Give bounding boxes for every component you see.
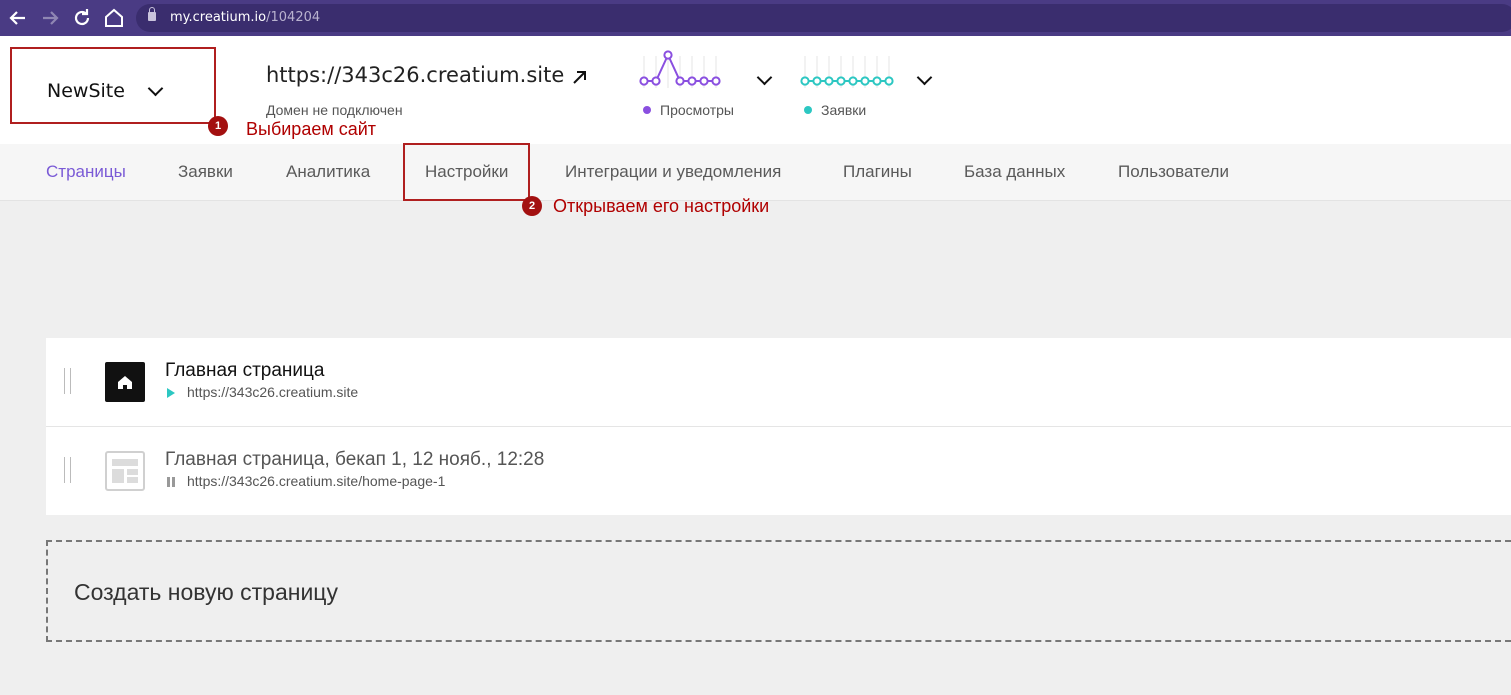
site-url-link[interactable]: https://343c26.creatium.site (266, 63, 564, 87)
forward-icon[interactable] (38, 6, 62, 30)
annotation-badge-1: 1 (208, 116, 228, 136)
views-point (687, 76, 697, 86)
requests-point (812, 76, 822, 86)
tab-requests[interactable]: Заявки (178, 162, 233, 182)
url-domain: my.creatium.io (170, 10, 267, 25)
views-dot-icon (643, 106, 651, 114)
tab-integrations[interactable]: Интеграции и уведомления (565, 162, 781, 182)
list-item[interactable]: Главная страница, бекап 1, 12 нояб., 12:… (46, 427, 1511, 515)
views-sparkline[interactable] (636, 48, 746, 96)
main-tabs: Страницы Заявки Аналитика Настройки Инте… (0, 144, 1511, 201)
views-point (651, 76, 661, 86)
play-icon (167, 388, 175, 398)
requests-dot-icon (804, 106, 812, 114)
requests-point (824, 76, 834, 86)
requests-point (800, 76, 810, 86)
requests-legend: Заявки (804, 102, 866, 118)
domain-note: Домен не подключен (266, 102, 403, 118)
requests-point (884, 76, 894, 86)
tab-plugins[interactable]: Плагины (843, 162, 912, 182)
drag-handle-icon[interactable] (64, 457, 71, 483)
views-label: Просмотры (660, 102, 734, 118)
browser-toolbar: my.creatium.io/104204 (0, 0, 1511, 36)
annotation-badge-2: 2 (522, 196, 542, 216)
pause-icon (167, 477, 175, 487)
requests-point (872, 76, 882, 86)
page-title[interactable]: Главная страница (165, 360, 325, 382)
external-link-icon[interactable] (570, 67, 590, 87)
views-point (663, 50, 673, 60)
create-page-label: Создать новую страницу (74, 579, 338, 605)
reload-icon[interactable] (70, 6, 94, 30)
views-point (675, 76, 685, 86)
page-list: Главная страница https://343c26.creatium… (46, 338, 1511, 515)
annotation-box-settings-tab (403, 143, 530, 201)
annotation-text-2: Открываем его настройки (553, 196, 770, 216)
tab-database[interactable]: База данных (964, 162, 1065, 182)
tab-pages[interactable]: Страницы (46, 162, 126, 182)
page-url[interactable]: https://343c26.creatium.site/home-page-1 (187, 473, 445, 489)
views-point (699, 76, 709, 86)
views-legend: Просмотры (643, 102, 734, 118)
requests-label: Заявки (821, 102, 867, 118)
home-icon (105, 362, 145, 402)
address-bar[interactable]: my.creatium.io/104204 (136, 4, 1511, 32)
drag-handle-icon[interactable] (64, 368, 71, 394)
url-path: /104204 (266, 10, 321, 25)
annotation-box-site-selector (10, 47, 216, 124)
views-point (711, 76, 721, 86)
requests-point (860, 76, 870, 86)
page-url[interactable]: https://343c26.creatium.site (187, 384, 358, 400)
back-icon[interactable] (6, 6, 30, 30)
page-title[interactable]: Главная страница, бекап 1, 12 нояб., 12:… (165, 449, 544, 471)
requests-point (836, 76, 846, 86)
lock-icon (148, 7, 156, 21)
page-layout-icon (105, 451, 145, 491)
tab-users[interactable]: Пользователи (1118, 162, 1229, 182)
annotation-text-1: Выбираем сайт (246, 119, 377, 139)
list-item[interactable]: Главная страница https://343c26.creatium… (46, 338, 1511, 427)
tab-analytics[interactable]: Аналитика (286, 162, 370, 182)
home-icon[interactable] (102, 6, 126, 30)
views-point (639, 76, 649, 86)
create-page-button[interactable]: Создать новую страницу (46, 540, 1511, 642)
requests-sparkline[interactable] (797, 48, 907, 96)
requests-point (848, 76, 858, 86)
